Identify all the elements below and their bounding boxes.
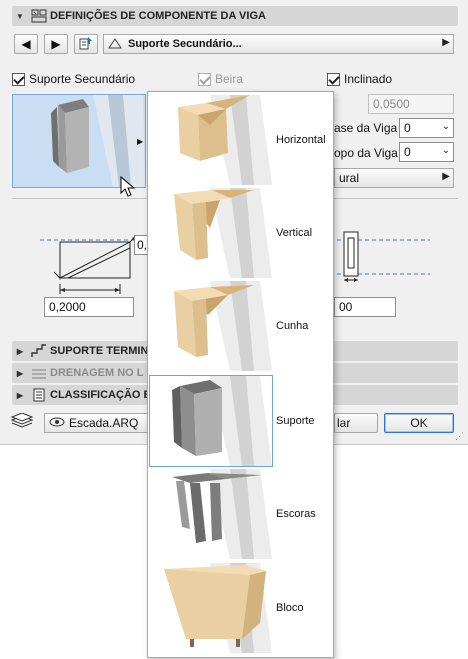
popup-option-vertical[interactable]: Vertical xyxy=(150,187,332,279)
chevron-down-icon: ⌄ xyxy=(441,121,450,132)
edge-checkbox[interactable]: Beira xyxy=(198,72,243,86)
favorites-button[interactable] xyxy=(74,34,98,54)
expand-arrow-icon[interactable]: ▶ xyxy=(12,347,28,356)
dimension-left-field[interactable]: 0,2000 xyxy=(44,297,134,317)
edge-label: Beira xyxy=(215,72,244,86)
secondary-support-label: Suporte Secundário xyxy=(29,72,136,86)
dropdown-arrow-icon: ▶ xyxy=(137,137,144,146)
support-thumbnail xyxy=(149,375,273,467)
ok-label: OK xyxy=(410,416,428,430)
component-preview[interactable]: ▶ xyxy=(12,94,146,188)
mouse-cursor-icon xyxy=(120,176,136,197)
section-label: CLASSIFICAÇÃO E xyxy=(50,389,151,401)
previous-button[interactable]: ◀ xyxy=(14,34,38,54)
panel-title: DEFINIÇÕES DE COMPONENTE DA VIGA xyxy=(50,10,266,22)
option-label: Bloco xyxy=(276,602,304,614)
popup-option-block[interactable]: Bloco xyxy=(150,562,332,654)
chevron-right-icon: ▶ xyxy=(442,37,450,48)
cancel-button[interactable]: lar xyxy=(334,413,378,433)
horizontal-thumbnail xyxy=(150,95,272,185)
ok-button[interactable]: OK xyxy=(384,413,454,433)
block-thumbnail xyxy=(150,563,272,653)
dimension-right-value: 00 xyxy=(339,300,353,314)
section-label: SUPORTE TERMIN xyxy=(50,345,149,357)
checkbox-checked-icon xyxy=(198,72,211,86)
beam-top-select[interactable]: 0 ⌄ xyxy=(399,142,454,162)
panel-header[interactable]: ▼ DEFINIÇÕES DE COMPONENTE DA VIGA xyxy=(12,6,458,26)
expand-arrow-icon[interactable]: ▶ xyxy=(12,369,28,378)
option-label: Cunha xyxy=(276,320,309,332)
option-label: Escoras xyxy=(276,508,316,520)
collapse-arrow-icon[interactable]: ▼ xyxy=(12,12,28,21)
beam-top-value: 0 xyxy=(404,145,411,159)
triangle-right-icon: ▶ xyxy=(51,37,61,51)
resize-grip-icon[interactable]: ⋰ xyxy=(455,431,464,442)
inclined-checkbox[interactable]: Inclinado xyxy=(327,72,392,86)
support-preview-image xyxy=(51,95,145,187)
profile-selector[interactable]: Suporte Secundário... ▶ xyxy=(103,34,454,54)
popup-option-support[interactable]: Suporte xyxy=(149,375,332,467)
dimension-left-value: 0,2000 xyxy=(49,300,86,314)
popup-option-struts[interactable]: Escoras xyxy=(150,468,332,560)
classification-icon xyxy=(28,388,50,402)
structural-selector[interactable]: ural ▶ xyxy=(334,168,454,188)
checkbox-checked-icon xyxy=(327,72,340,86)
drainage-icon xyxy=(28,366,50,380)
structural-label: ural xyxy=(339,171,360,185)
wedge-thumbnail xyxy=(150,281,272,371)
support-type-popup: Horizontal Vertical Cunha Suporte Escora… xyxy=(147,91,334,658)
section-label: DRENAGEM NO L xyxy=(50,367,144,379)
beam-base-select[interactable]: 0 ⌄ xyxy=(399,118,454,138)
component-settings-icon xyxy=(28,9,50,23)
option-label: Vertical xyxy=(276,227,313,239)
profile-icon xyxy=(108,36,122,53)
option-label: Horizontal xyxy=(276,134,326,146)
offset-field[interactable]: 0,0500 xyxy=(368,94,454,114)
favorites-icon xyxy=(79,36,93,53)
beam-base-value: 0 xyxy=(404,121,411,135)
stair-step-icon xyxy=(28,344,50,358)
next-button[interactable]: ▶ xyxy=(44,34,68,54)
dimension-top-value: 0, xyxy=(137,238,148,252)
offset-value: 0,0500 xyxy=(373,97,410,111)
inclined-label: Inclinado xyxy=(344,72,393,86)
profile-name: Suporte Secundário... xyxy=(128,38,242,50)
beam-top-label: opo da Viga xyxy=(334,146,398,160)
chevron-down-icon: ⌄ xyxy=(441,145,450,156)
popup-option-horizontal[interactable]: Horizontal xyxy=(150,94,332,186)
secondary-support-checkbox[interactable]: Suporte Secundário xyxy=(12,72,135,86)
layer-value: Escada.ARQ xyxy=(69,416,139,430)
cancel-label: lar xyxy=(337,416,351,430)
dimension-diagram-right xyxy=(330,231,430,282)
chevron-right-icon: ▶ xyxy=(442,171,450,182)
layers-icon xyxy=(10,412,34,432)
expand-arrow-icon[interactable]: ▶ xyxy=(12,391,28,400)
eye-icon xyxy=(49,416,65,430)
triangle-left-icon: ◀ xyxy=(21,37,31,51)
dimension-right-field[interactable]: 00 xyxy=(334,297,396,317)
beam-base-label: ase da Viga xyxy=(334,121,398,135)
struts-thumbnail xyxy=(150,469,272,559)
popup-option-wedge[interactable]: Cunha xyxy=(150,280,332,372)
option-label: Suporte xyxy=(276,415,315,427)
layer-selector[interactable]: Escada.ARQ xyxy=(44,413,150,433)
vertical-thumbnail xyxy=(150,188,272,278)
checkbox-checked-icon xyxy=(12,72,25,86)
